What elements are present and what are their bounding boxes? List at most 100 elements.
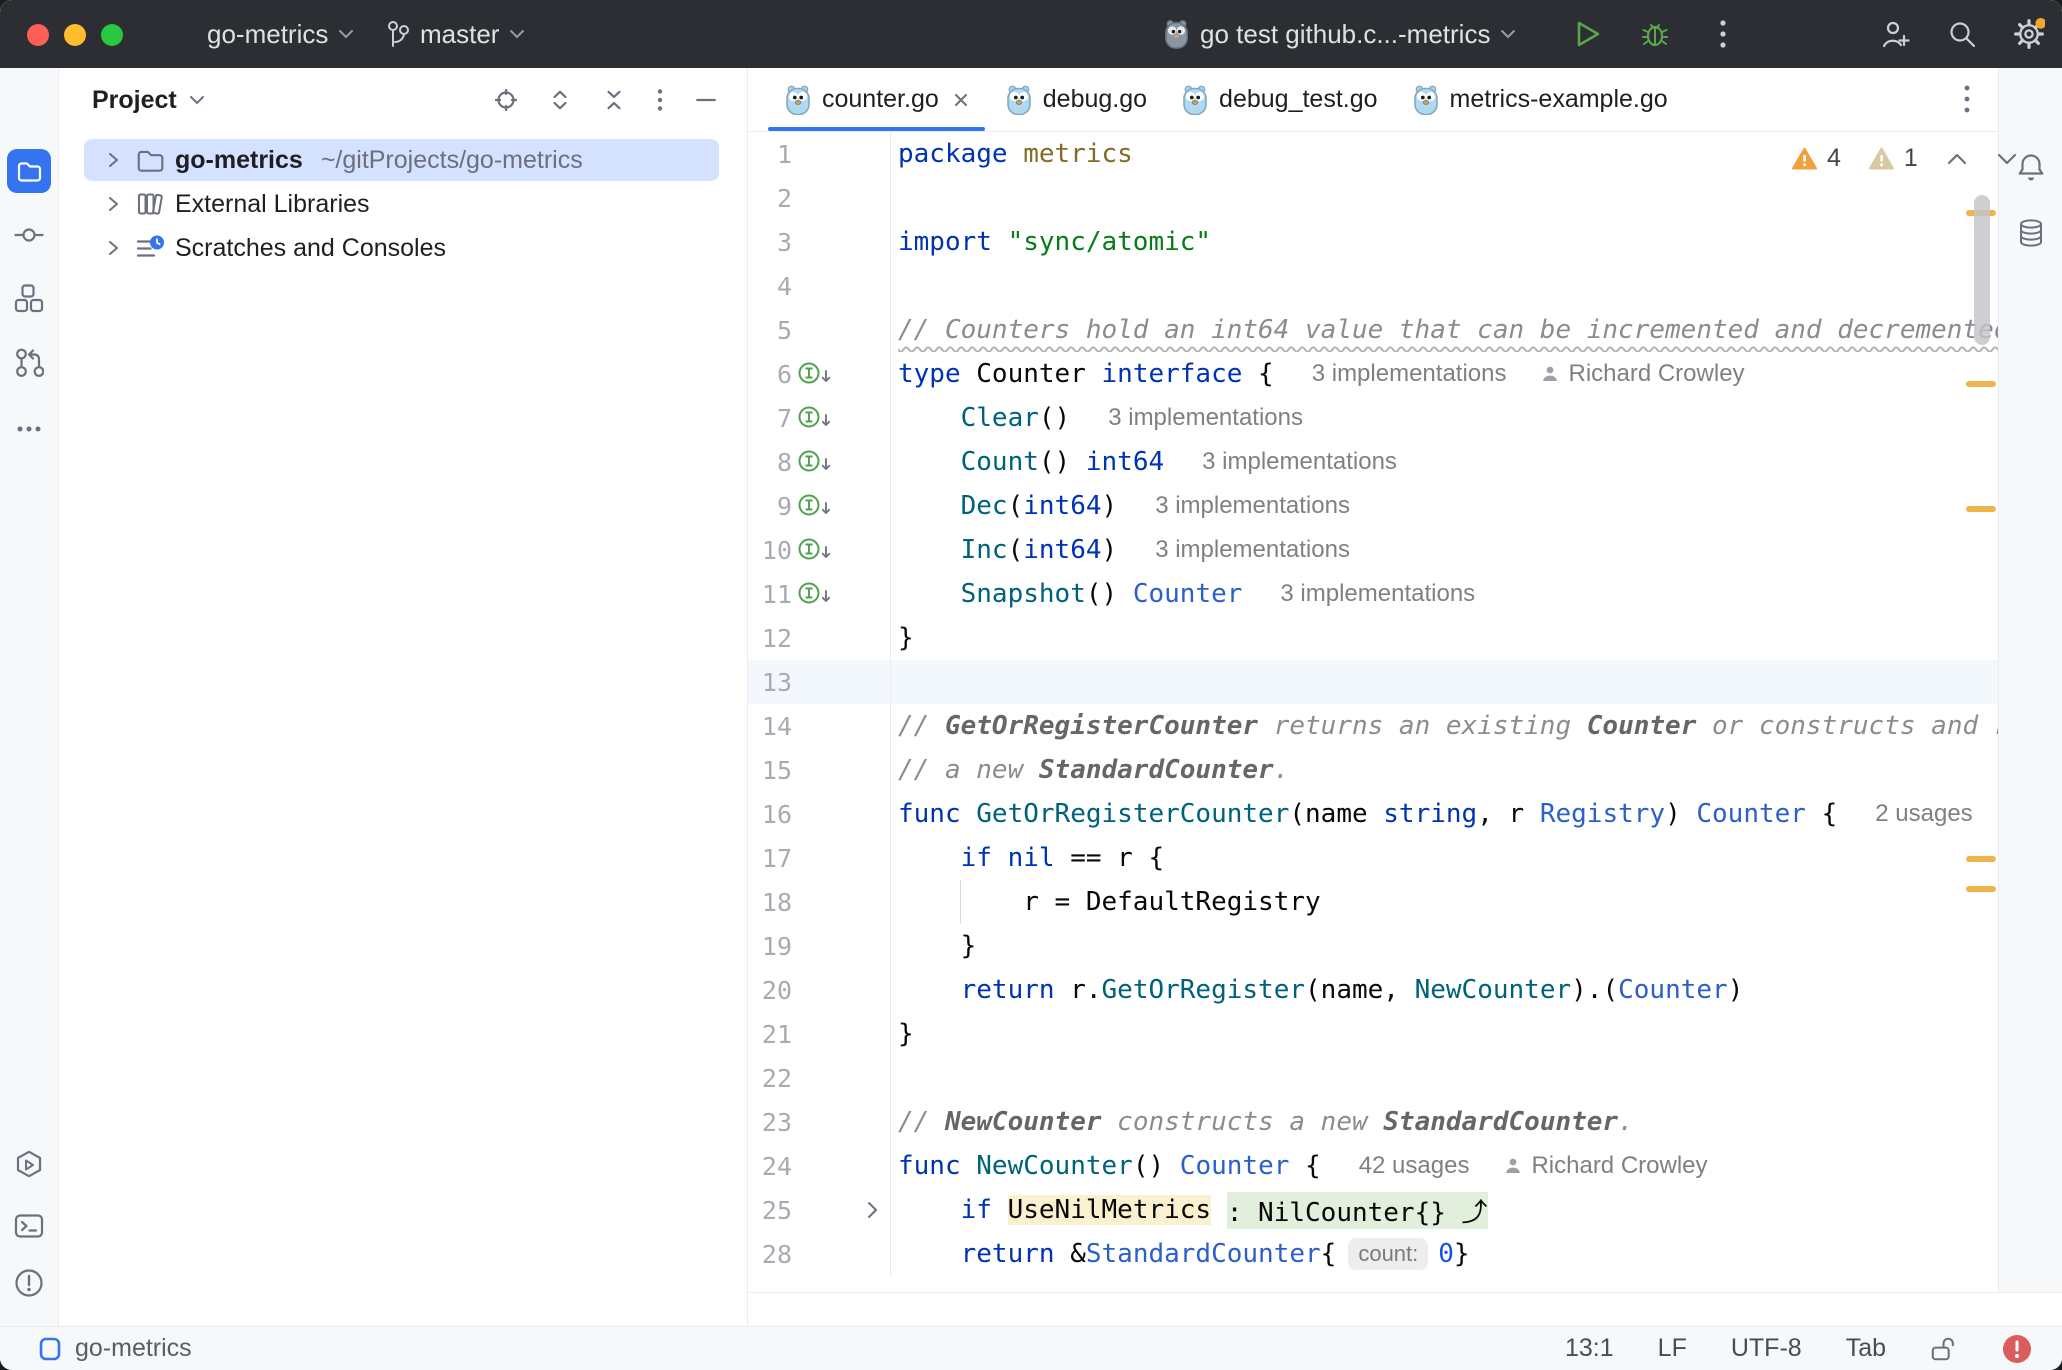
code-line-8[interactable]: 8 Count() int643 implementations — [748, 440, 1998, 484]
code-line-6[interactable]: 6type Counter interface {3 implementatio… — [748, 352, 1998, 396]
code-text[interactable]: // GetOrRegisterCounter returns an exist… — [890, 704, 1998, 748]
code-vision-hint[interactable]: 3 implementations — [1202, 448, 1397, 476]
code-line-14[interactable]: 14// GetOrRegisterCounter returns an exi… — [748, 704, 1998, 748]
debug-button[interactable] — [1638, 17, 1672, 51]
code-text[interactable]: func NewCounter() Counter {42 usagesRich… — [890, 1144, 1998, 1188]
tab-debug.go[interactable]: debug.go — [987, 68, 1163, 131]
code-vision-hint[interactable]: 3 implementations — [1155, 492, 1350, 520]
run-button[interactable] — [1571, 17, 1605, 51]
implementations-gutter-icon[interactable] — [792, 440, 890, 484]
code-text[interactable]: import "sync/atomic" — [890, 220, 1998, 264]
code-line-2[interactable]: 2 — [748, 176, 1998, 220]
next-problem-icon[interactable] — [1996, 152, 2018, 166]
chevron-right-icon[interactable] — [105, 238, 121, 258]
tree-item-Scratches and Consoles[interactable]: Scratches and Consoles — [59, 226, 747, 270]
code-line-24[interactable]: 24func NewCounter() Counter {42 usagesRi… — [748, 1144, 1998, 1188]
code-text[interactable]: r = DefaultRegistry — [890, 880, 1998, 924]
code-with-me-icon[interactable] — [1878, 17, 1912, 51]
code-text[interactable]: Snapshot() Counter3 implementations — [890, 572, 1998, 616]
code-vision-hint[interactable]: 3 implementations — [1108, 404, 1303, 432]
close-icon[interactable] — [951, 90, 971, 110]
code-text[interactable]: // Counters hold an int64 value that can… — [890, 308, 1998, 352]
code-line-5[interactable]: 5// Counters hold an int64 value that ca… — [748, 308, 1998, 352]
caret-position[interactable]: 13:1 — [1565, 1334, 1614, 1363]
code-text[interactable]: } — [890, 924, 1998, 968]
implementations-gutter-icon[interactable] — [792, 484, 890, 528]
settings-gear-icon[interactable] — [2012, 17, 2046, 51]
code-text[interactable]: return &StandardCounter{count:0} — [890, 1232, 1998, 1276]
chevron-down-icon[interactable] — [189, 95, 205, 105]
file-encoding[interactable]: UTF-8 — [1731, 1334, 1802, 1363]
code-line-7[interactable]: 7 Clear()3 implementations — [748, 396, 1998, 440]
more-tools-icon[interactable] — [14, 414, 44, 444]
run-tool-icon[interactable] — [14, 1150, 44, 1180]
code-text[interactable] — [890, 176, 1998, 220]
chevron-right-icon[interactable] — [105, 194, 121, 214]
implementations-gutter-icon[interactable] — [792, 528, 890, 572]
code-text[interactable]: } — [890, 1012, 1998, 1056]
implementations-gutter-icon[interactable] — [792, 572, 890, 616]
code-text[interactable]: return r.GetOrRegister(name, NewCounter)… — [890, 968, 1998, 1012]
implementations-gutter-icon[interactable] — [792, 352, 890, 396]
code-line-18[interactable]: 18 r = DefaultRegistry — [748, 880, 1998, 924]
code-line-22[interactable]: 22 — [748, 1056, 1998, 1100]
window-close-button[interactable] — [27, 24, 49, 46]
collapse-all-icon[interactable] — [603, 89, 625, 111]
project-tool-button[interactable] — [7, 149, 51, 193]
code-text[interactable]: if nil == r { — [890, 836, 1998, 880]
tree-item-go-metrics[interactable]: go-metrics~/gitProjects/go-metrics — [59, 138, 747, 182]
terminal-tool-icon[interactable] — [14, 1211, 44, 1241]
code-text[interactable]: if UseNilMetrics : NilCounter{} ⤴ — [890, 1188, 1998, 1232]
notifications-bell-icon[interactable] — [2016, 152, 2046, 182]
code-vision-hint[interactable]: 2 usages — [1875, 800, 1972, 828]
code-text[interactable]: Inc(int64)3 implementations — [890, 528, 1998, 572]
code-line-4[interactable]: 4 — [748, 264, 1998, 308]
editor-scrollbar-thumb[interactable] — [1974, 195, 1990, 345]
search-everywhere-icon[interactable] — [1945, 17, 1979, 51]
code-line-9[interactable]: 9 Dec(int64)3 implementations — [748, 484, 1998, 528]
more-actions-menu[interactable] — [1706, 17, 1740, 51]
error-status-icon[interactable] — [2002, 1334, 2032, 1364]
locate-file-icon[interactable] — [495, 89, 517, 111]
code-text[interactable]: // NewCounter constructs a new StandardC… — [890, 1100, 1998, 1144]
code-text[interactable]: } — [890, 616, 1998, 660]
code-line-23[interactable]: 23// NewCounter constructs a new Standar… — [748, 1100, 1998, 1144]
code-line-19[interactable]: 19 } — [748, 924, 1998, 968]
code-text[interactable]: type Counter interface {3 implementation… — [890, 352, 1998, 396]
code-text[interactable]: Count() int643 implementations — [890, 440, 1998, 484]
fold-gutter-icon[interactable] — [792, 1188, 890, 1232]
code-line-17[interactable]: 17 if nil == r { — [748, 836, 1998, 880]
code-line-12[interactable]: 12} — [748, 616, 1998, 660]
structure-tool-icon[interactable] — [14, 283, 44, 313]
code-line-25[interactable]: 25 if UseNilMetrics : NilCounter{} ⤴ — [748, 1188, 1998, 1232]
code-line-15[interactable]: 15// a new StandardCounter. — [748, 748, 1998, 792]
code-line-16[interactable]: 16func GetOrRegisterCounter(name string,… — [748, 792, 1998, 836]
tab-counter.go[interactable]: counter.go — [766, 68, 987, 131]
inspections-widget[interactable]: 4 1 — [1792, 144, 2018, 173]
lock-icon[interactable] — [1930, 1335, 1958, 1363]
panel-options-kebab-icon[interactable] — [657, 88, 663, 112]
line-separator[interactable]: LF — [1658, 1334, 1687, 1363]
code-vision-hint[interactable]: 42 usages — [1359, 1152, 1470, 1180]
problems-tool-icon[interactable] — [14, 1268, 44, 1298]
tree-item-External Libraries[interactable]: External Libraries — [59, 182, 747, 226]
code-editor[interactable]: 1package metrics23import "sync/atomic"45… — [748, 132, 1998, 1292]
code-line-11[interactable]: 11 Snapshot() Counter3 implementations — [748, 572, 1998, 616]
run-configuration-selector[interactable]: go test github.c...-metrics — [1163, 0, 1516, 68]
pull-requests-tool-icon[interactable] — [14, 347, 44, 377]
code-line-28[interactable]: 28 return &StandardCounter{count:0} — [748, 1232, 1998, 1276]
project-selector[interactable]: go-metrics — [207, 0, 354, 68]
expand-all-icon[interactable] — [549, 89, 571, 111]
code-text[interactable]: func GetOrRegisterCounter(name string, r… — [890, 792, 1998, 836]
tab-metrics-example.go[interactable]: metrics-example.go — [1394, 68, 1684, 131]
indent-style[interactable]: Tab — [1846, 1334, 1886, 1363]
hide-panel-icon[interactable] — [695, 89, 717, 111]
code-line-21[interactable]: 21} — [748, 1012, 1998, 1056]
code-text[interactable] — [890, 1056, 1998, 1100]
tab-options-kebab-icon[interactable] — [1964, 83, 1970, 115]
tab-debug_test.go[interactable]: debug_test.go — [1163, 68, 1393, 131]
code-line-10[interactable]: 10 Inc(int64)3 implementations — [748, 528, 1998, 572]
implementations-gutter-icon[interactable] — [792, 396, 890, 440]
code-text[interactable]: Dec(int64)3 implementations — [890, 484, 1998, 528]
code-text[interactable]: Clear()3 implementations — [890, 396, 1998, 440]
